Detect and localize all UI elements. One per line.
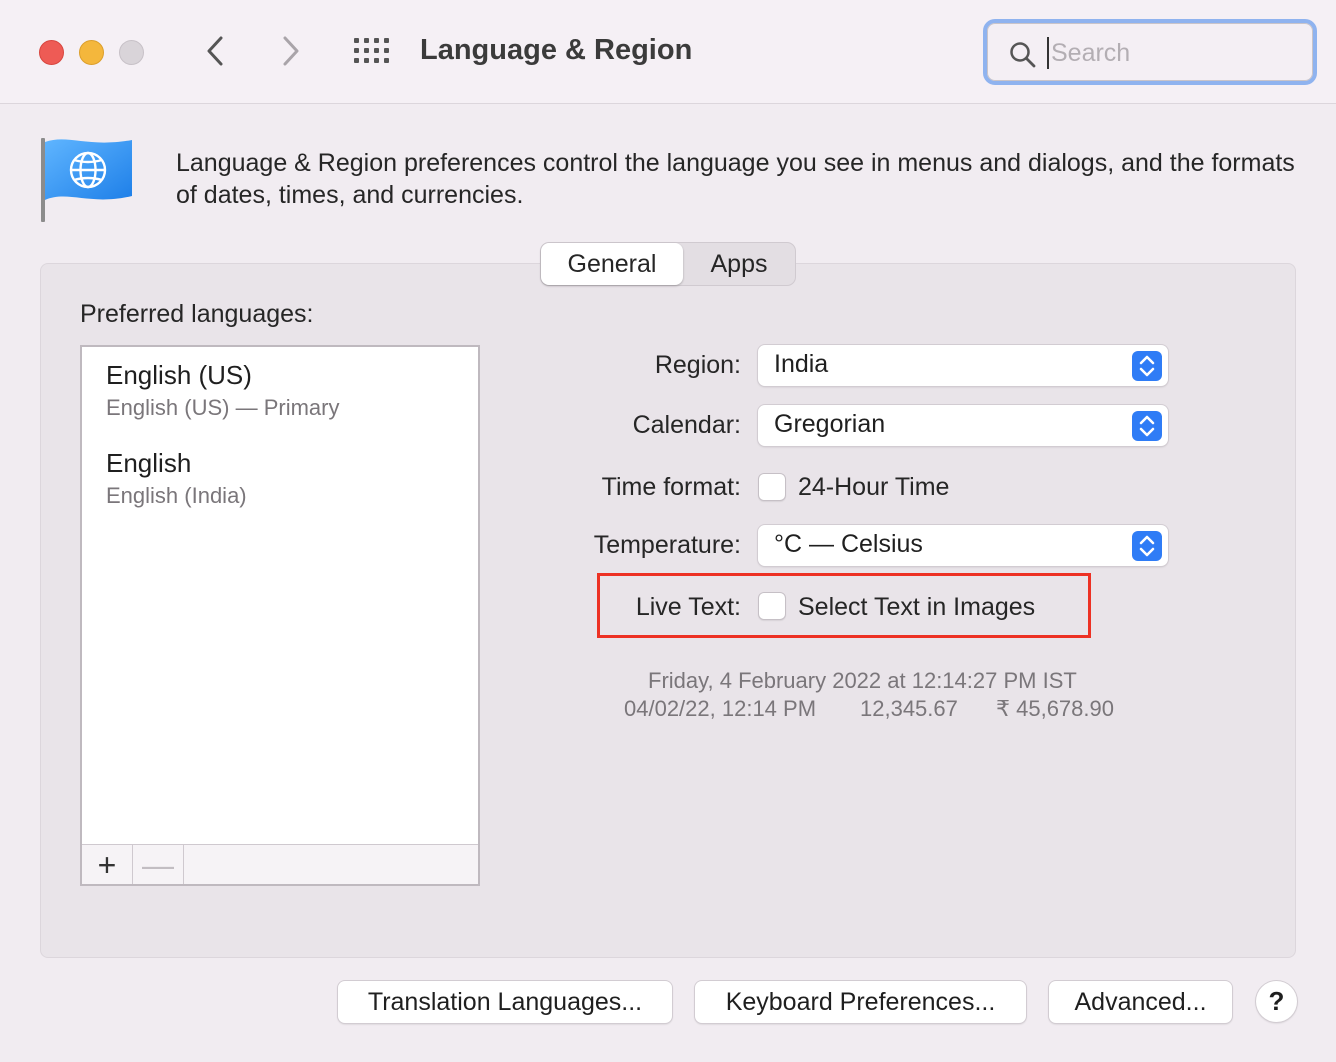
up-down-chevron-icon (1132, 411, 1162, 441)
language-name: English (US) (106, 360, 252, 390)
select-text-in-images-checkbox[interactable] (758, 592, 786, 620)
sample-date-long: Friday, 4 February 2022 at 12:14:27 PM I… (648, 668, 1077, 693)
calendar-value: Gregorian (774, 410, 886, 438)
sample-date-short: 04/02/22, 12:14 PM (624, 696, 817, 721)
temperature-popup[interactable]: °C — Celsius (758, 525, 1168, 566)
window-title: Language & Region (420, 34, 693, 66)
temperature-value: °C — Celsius (774, 530, 923, 558)
advanced-button[interactable]: Advanced... (1049, 981, 1232, 1023)
description-text: Language & Region preferences control th… (176, 149, 1295, 209)
temperature-label: Temperature: (593, 531, 741, 559)
show-all-grid-icon[interactable] (352, 36, 392, 68)
translation-languages-button[interactable]: Translation Languages... (338, 981, 672, 1023)
zoom-window-button[interactable] (119, 40, 144, 65)
keyboard-preferences-button[interactable]: Keyboard Preferences... (695, 981, 1026, 1023)
tab-general[interactable]: General (541, 243, 683, 285)
minimize-window-button[interactable] (79, 40, 104, 65)
time-format-label: Time format: (601, 473, 741, 501)
language-flag-icon (41, 138, 132, 222)
language-detail: English (US) — Primary (106, 395, 340, 420)
sample-number: 12,345.67 (860, 696, 958, 721)
24-hour-time-checkbox[interactable] (758, 473, 786, 501)
tab-bar: General Apps (540, 242, 796, 286)
region-label: Region: (654, 351, 741, 379)
language-name: English (106, 448, 192, 478)
help-button[interactable]: ? (1256, 981, 1297, 1022)
list-item[interactable]: English English (India) (106, 447, 247, 511)
close-window-button[interactable] (39, 40, 64, 65)
region-value: India (774, 350, 829, 378)
search-icon (1010, 42, 1036, 68)
preferred-languages-list[interactable]: English (US) English (US) — Primary Engl… (80, 345, 480, 886)
add-language-button[interactable]: + (82, 845, 133, 884)
back-button[interactable] (200, 33, 230, 69)
calendar-label: Calendar: (632, 411, 741, 439)
24-hour-time-label[interactable]: 24-Hour Time (798, 473, 949, 502)
search-field[interactable] (983, 19, 1317, 85)
calendar-popup[interactable]: Gregorian (758, 405, 1168, 446)
list-footer: + — (82, 844, 478, 884)
tab-apps[interactable]: Apps (683, 243, 795, 285)
region-popup[interactable]: India (758, 345, 1168, 386)
list-item[interactable]: English (US) English (US) — Primary (106, 359, 339, 423)
up-down-chevron-icon (1132, 351, 1162, 381)
search-input[interactable] (1047, 37, 1297, 69)
remove-language-button[interactable]: — (133, 845, 184, 884)
language-detail: English (India) (106, 483, 247, 508)
select-text-in-images-label[interactable]: Select Text in Images (798, 593, 1035, 622)
live-text-label: Live Text: (635, 593, 741, 621)
sample-currency: ₹ 45,678.90 (996, 696, 1114, 721)
forward-button[interactable] (276, 33, 306, 69)
preferred-languages-label: Preferred languages: (80, 300, 314, 328)
chevron-right-icon (283, 36, 299, 66)
up-down-chevron-icon (1132, 531, 1162, 561)
title-bar: Language & Region (0, 0, 1336, 104)
chevron-left-icon (207, 36, 223, 66)
